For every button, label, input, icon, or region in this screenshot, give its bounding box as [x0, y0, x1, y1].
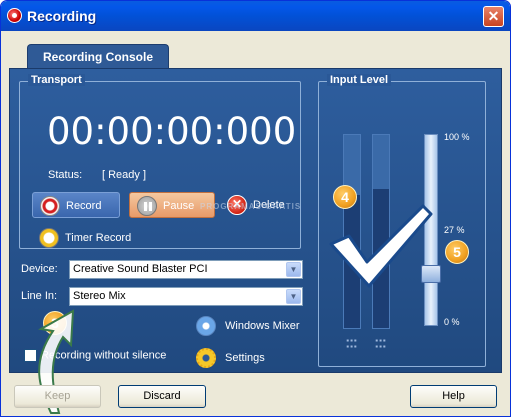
- speaker-icon: [196, 316, 216, 336]
- transport-group-label: Transport: [28, 74, 85, 86]
- record-label: Record: [66, 200, 102, 212]
- device-label: Device:: [21, 263, 58, 275]
- record-button[interactable]: Record: [32, 192, 120, 218]
- tab-recording-console[interactable]: Recording Console: [27, 44, 169, 69]
- window-title: Recording: [27, 8, 97, 24]
- status-label: Status:: [48, 169, 83, 181]
- input-level-group: Input Level ▪▪▪ ▪▪▪ ▪▪▪ ▪▪▪ 100 % 27 % 0 %…: [318, 74, 486, 367]
- gear-icon: [196, 348, 216, 368]
- meter-grip-icon: ▪▪▪ ▪▪▪: [346, 336, 358, 351]
- timer-record-button[interactable]: Timer Record: [32, 225, 142, 251]
- help-button[interactable]: Help: [410, 385, 497, 408]
- chevron-down-icon[interactable]: ▼: [286, 289, 301, 304]
- watermark-text: PROGRAMAS-GRATIS: [200, 202, 302, 211]
- title-bar: Recording ✕: [1, 1, 510, 31]
- transport-group: Transport 00:00:00:000 Status: [ Ready ]…: [19, 74, 301, 251]
- step-badge-4: 4: [333, 185, 357, 209]
- discard-button[interactable]: Discard: [118, 385, 206, 408]
- tick-label-mid: 27 %: [444, 225, 465, 235]
- close-button[interactable]: ✕: [483, 6, 504, 27]
- record-app-icon: [7, 8, 22, 23]
- recording-window: Recording ✕ Recording Console Transport …: [0, 0, 511, 417]
- record-icon: [40, 196, 60, 216]
- timer-record-label: Timer Record: [65, 232, 132, 244]
- tick-label-top: 100 %: [444, 132, 470, 142]
- line-in-select[interactable]: Stereo Mix ▼: [69, 287, 303, 306]
- step-badge-5: 5: [445, 240, 469, 264]
- device-select[interactable]: Creative Sound Blaster PCI ▼: [69, 260, 303, 279]
- stopwatch-icon: [39, 228, 59, 248]
- keep-button[interactable]: Keep: [14, 385, 101, 408]
- checkmark-icon: [329, 204, 433, 288]
- device-value: Creative Sound Blaster PCI: [73, 263, 208, 275]
- time-counter: 00:00:00:000: [47, 110, 297, 153]
- chevron-down-icon[interactable]: ▼: [286, 262, 301, 277]
- status-value: [ Ready ]: [102, 169, 147, 181]
- input-level-group-label: Input Level: [327, 74, 392, 86]
- pause-icon: [137, 196, 157, 216]
- pause-label: Pause: [163, 200, 195, 212]
- meter-grip-icon: ▪▪▪ ▪▪▪: [375, 336, 387, 351]
- settings-label: Settings: [225, 352, 265, 364]
- windows-mixer-label: Windows Mixer: [225, 320, 300, 332]
- tick-label-bottom: 0 %: [444, 317, 460, 327]
